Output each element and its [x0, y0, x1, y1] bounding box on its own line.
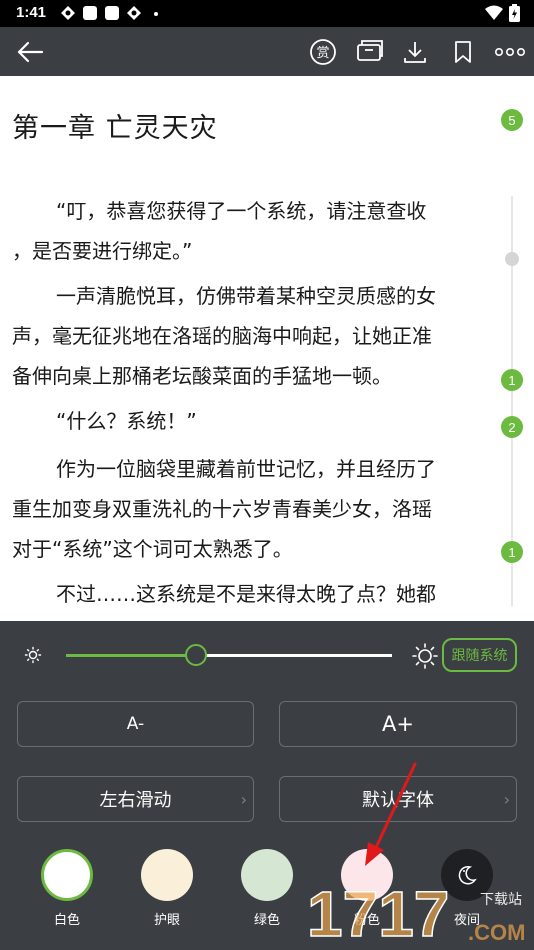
paragraph: 作为一位脑袋里藏着前世记忆，并且经历了 重生加变身双重洗礼的十六岁青春美少女，洛… [12, 449, 496, 569]
screen-button[interactable] [348, 27, 392, 76]
brightness-low-icon [24, 646, 42, 664]
text-line: ，是否要进行绑定。” [12, 239, 193, 263]
paragraph: 不过……这系统是不是来得太晚了点？她都 [12, 574, 496, 614]
chevron-right-icon: › [503, 790, 510, 809]
page-mode-label: 左右滑动 [99, 790, 172, 811]
follow-system-button[interactable]: 跟随系统 [442, 638, 517, 672]
brightness-slider[interactable] [66, 654, 392, 657]
theme-swatch [241, 849, 293, 901]
comment-marker[interactable]: 1 [501, 369, 523, 391]
comment-marker[interactable]: 5 [501, 109, 523, 131]
brightness-slider-fill [66, 654, 197, 657]
status-system-icons [485, 4, 520, 22]
text-line: 重生加变身双重洗礼的十六岁青春美少女，洛瑶 [12, 497, 432, 521]
text-line: 对于“系统”这个词可太熟悉了。 [12, 537, 293, 561]
reward-glyph: 赏 [316, 46, 329, 61]
download-button[interactable] [393, 27, 437, 76]
app-icon [83, 6, 97, 20]
chevron-right-icon: › [240, 790, 247, 809]
text-line: 一声清脆悦耳，仿佛带着某种空灵质感的女 [56, 284, 436, 308]
theme-swatch [341, 849, 393, 901]
brightness-slider-thumb[interactable] [185, 644, 208, 666]
status-bar: 1:41 [0, 0, 534, 27]
font-smaller-button[interactable]: A- [17, 701, 254, 747]
more-icon [494, 47, 525, 56]
theme-label: 护眼 [153, 913, 180, 928]
font-smaller-label: A- [126, 714, 145, 734]
theme-pink[interactable]: 粉色 [337, 849, 397, 928]
chapter-title: 第一章 亡灵天灾 [12, 113, 218, 144]
theme-swatch [441, 849, 493, 901]
theme-label: 绿色 [253, 913, 280, 928]
text-line: 作为一位脑袋里藏着前世记忆，并且经历了 [56, 457, 436, 481]
page-mode-button[interactable]: 左右滑动 › [17, 776, 254, 822]
moon-icon [458, 866, 477, 885]
scroll-indicator [505, 252, 519, 266]
bookmark-icon [455, 40, 471, 63]
theme-eye-care[interactable]: 护眼 [137, 849, 197, 928]
comment-marker[interactable]: 2 [501, 416, 523, 438]
dot-icon [154, 12, 158, 16]
text-line: “叮，恭喜您获得了一个系统，请注意查收 [56, 199, 427, 223]
text-line: “什么？系统！” [56, 409, 197, 433]
text-line: 声，毫无征兆地在洛瑶的脑海中响起，让她正准 [12, 324, 432, 348]
theme-swatch [141, 849, 193, 901]
paragraph: “叮，恭喜您获得了一个系统，请注意查收 ，是否要进行绑定。” [12, 191, 496, 271]
screen-icon [357, 39, 383, 61]
text-line: 备伸向桌上那桶老坛酸菜面的手猛地一顿。 [12, 364, 392, 388]
download-icon [404, 41, 426, 63]
back-arrow-icon [17, 41, 44, 62]
theme-swatch [41, 849, 93, 901]
reward-icon: 赏 [310, 38, 336, 65]
paragraph: 一声清脆悦耳，仿佛带着某种空灵质感的女 声，毫无征兆地在洛瑶的脑海中响起，让她正… [12, 276, 496, 396]
theme-green[interactable]: 绿色 [237, 849, 297, 928]
text-line: 不过……这系统是不是来得太晚了点？她都 [56, 582, 436, 606]
theme-label: 夜间 [453, 913, 480, 928]
status-time: 1:41 [16, 4, 47, 21]
brightness-row: 跟随系统 [0, 635, 534, 675]
comment-marker[interactable]: 1 [501, 541, 523, 563]
bookmark-button[interactable] [441, 27, 485, 76]
app-icon [105, 6, 119, 20]
brightness-high-icon [412, 643, 438, 669]
theme-label: 粉色 [353, 913, 380, 928]
more-button[interactable] [488, 27, 532, 76]
theme-night[interactable]: 夜间 [437, 849, 497, 928]
reward-button[interactable]: 赏 [301, 27, 345, 76]
reader-toolbar: 赏 [0, 27, 534, 76]
reader-page[interactable]: 第一章 亡灵天灾 “叮，恭喜您获得了一个系统，请注意查收 ，是否要进行绑定。” … [0, 76, 534, 621]
font-larger-button[interactable]: A+ [279, 701, 517, 747]
paragraph: “什么？系统！” [12, 401, 496, 441]
status-notifications [60, 5, 164, 21]
sync-icon [61, 6, 75, 20]
font-family-button[interactable]: 默认字体 › [279, 776, 517, 822]
theme-label: 白色 [53, 913, 80, 928]
font-larger-label: A+ [382, 712, 414, 736]
back-button[interactable] [8, 27, 52, 76]
wifi-icon [485, 5, 503, 20]
theme-white[interactable]: 白色 [37, 849, 97, 928]
font-family-label: 默认字体 [362, 790, 434, 811]
settings-panel: 跟随系统 A- A+ 左右滑动 › 默认字体 › 白色 护眼 绿色 粉色 夜间 [0, 621, 534, 950]
sync-icon [127, 6, 141, 20]
battery-icon [509, 4, 520, 22]
